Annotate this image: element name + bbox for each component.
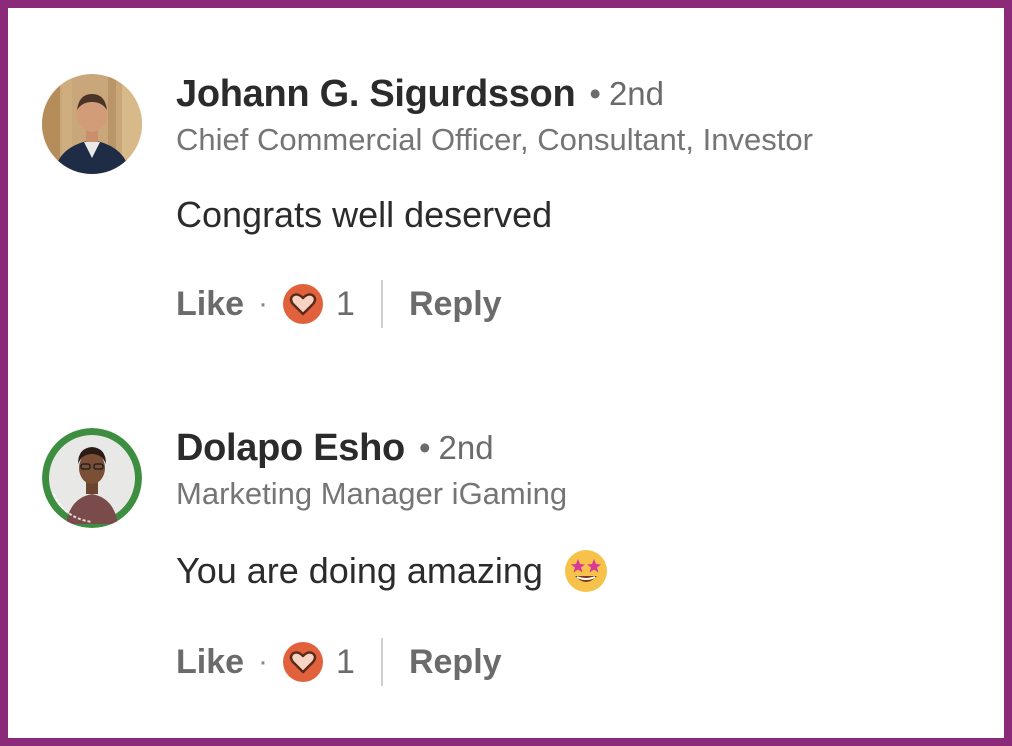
comment-text: You are doing amazing: [176, 548, 982, 594]
reaction-count[interactable]: 1: [336, 285, 355, 324]
avatar[interactable]: [42, 74, 142, 174]
comments-panel: Johann G. Sigurdsson • 2nd Chief Commerci…: [0, 0, 1012, 746]
star-struck-emoji-icon: [563, 548, 609, 594]
comment-text-content: You are doing amazing: [176, 550, 543, 591]
divider: [380, 280, 383, 328]
divider: [380, 638, 383, 686]
commenter-name[interactable]: Dolapo Esho: [176, 427, 405, 470]
connection-degree: • 2nd: [418, 429, 494, 466]
like-button[interactable]: Like: [176, 643, 244, 682]
comment-actions: Like · 1 Reply: [176, 280, 982, 328]
commenter-headline: Chief Commercial Officer, Consultant, In…: [176, 122, 813, 157]
avatar[interactable]: [42, 428, 142, 528]
comment-text-content: Congrats well deserved: [176, 194, 553, 235]
like-button[interactable]: Like: [176, 285, 244, 324]
connection-degree: • 2nd: [589, 75, 664, 112]
profile-photo: [42, 74, 142, 174]
separator-dot: ·: [258, 287, 269, 320]
commenter-headline: Marketing Manager iGaming: [176, 476, 568, 511]
reply-button[interactable]: Reply: [409, 643, 502, 682]
comment-text: Congrats well deserved: [176, 194, 982, 236]
reply-button[interactable]: Reply: [409, 285, 502, 324]
commenter-name[interactable]: Johann G. Sigurdsson: [176, 73, 576, 116]
profile-photo: [42, 428, 142, 528]
degree-label: 2nd: [438, 429, 494, 466]
reaction-count[interactable]: 1: [336, 643, 355, 682]
degree-label: 2nd: [608, 75, 664, 112]
separator-dot: ·: [258, 645, 269, 678]
comment-actions: Like · 1 Reply: [176, 638, 982, 686]
heart-icon[interactable]: [282, 641, 324, 683]
heart-icon[interactable]: [282, 283, 324, 325]
